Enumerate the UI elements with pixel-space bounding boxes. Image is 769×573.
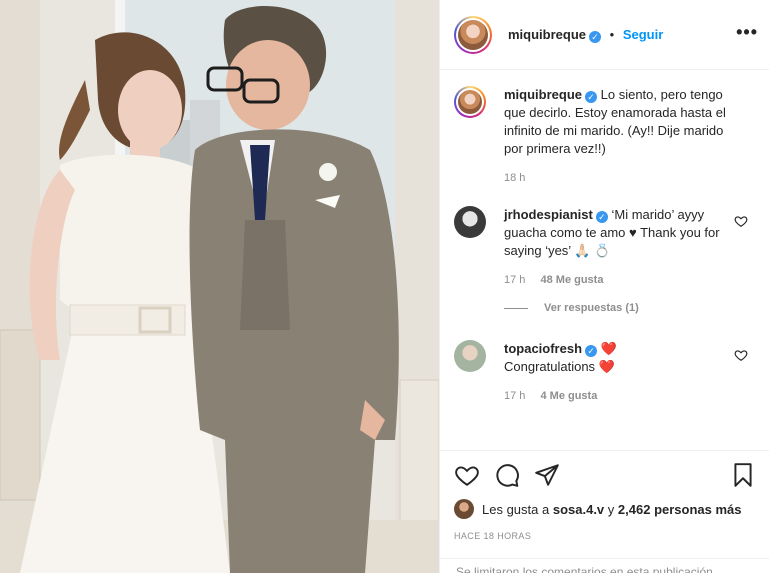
caption-username[interactable]: miquibreque <box>504 87 582 102</box>
comment-username[interactable]: jrhodespianist <box>504 207 593 222</box>
like-comment-heart-icon[interactable] <box>734 214 748 228</box>
comment-avatar[interactable] <box>454 206 486 238</box>
post-header: miquibreque ✓ • Seguir ••• <box>440 0 769 70</box>
comment-bubble-icon[interactable] <box>494 462 520 488</box>
comment-time: 17 h <box>504 274 526 286</box>
wedding-photo-image <box>0 0 439 573</box>
view-replies-button[interactable]: Ver respuestas (1) <box>504 302 756 314</box>
caption-avatar[interactable] <box>454 86 486 118</box>
verified-icon: ✓ <box>585 345 598 357</box>
like-heart-icon[interactable] <box>454 462 480 488</box>
comment-item: jrhodespianist ✓ ‘Mi marido’ ayyy guacha … <box>454 206 756 286</box>
comment-text: Congratulations ❤️ <box>504 359 615 374</box>
liker-username[interactable]: sosa.4.v <box>553 502 604 517</box>
verified-icon: ✓ <box>589 30 602 43</box>
follow-button[interactable]: Seguir <box>623 27 663 42</box>
post-modal: miquibreque ✓ • Seguir ••• miquibreque ✓ L… <box>0 0 769 573</box>
share-paper-plane-icon[interactable] <box>534 462 560 488</box>
post-timestamp: HACE 18 HORAS <box>454 531 532 541</box>
comment-username[interactable]: topaciofresh <box>504 341 582 356</box>
comment-text-block: jrhodespianist ✓ ‘Mi marido’ ayyy guacha … <box>504 206 734 260</box>
likes-prefix: Les gusta a <box>482 501 550 517</box>
action-icons <box>454 461 756 489</box>
likes-middle: y <box>607 501 615 517</box>
like-comment-heart-icon[interactable] <box>734 348 748 362</box>
likes-summary: Les gusta a sosa.4.v y 2,462 personas má… <box>454 499 756 519</box>
comment-meta: 17 h 48 Me gusta <box>504 274 734 286</box>
caption-time: 18 h <box>504 172 526 184</box>
comment-meta: 17 h 4 Me gusta <box>504 390 734 402</box>
post-actions: Les gusta a sosa.4.v y 2,462 personas má… <box>440 450 769 541</box>
author-username[interactable]: miquibreque <box>508 27 586 42</box>
verified-icon: ✓ <box>595 211 608 223</box>
caption-text-block: miquibreque ✓ Lo siento, pero tengo que d… <box>504 86 734 158</box>
comment-item: topaciofresh ✓ ❤️ Congratulations ❤️ 17 h… <box>454 340 756 402</box>
comments-limited-notice: Se limitaron los comentarios en esta pub… <box>440 558 769 573</box>
save-bookmark-icon[interactable] <box>730 462 756 488</box>
view-replies-label: Ver respuestas (1) <box>544 302 639 314</box>
post-side-panel: miquibreque ✓ • Seguir ••• miquibreque ✓ L… <box>439 0 769 573</box>
comments-list[interactable]: miquibreque ✓ Lo siento, pero tengo que d… <box>440 70 769 450</box>
comment-text-block: topaciofresh ✓ ❤️ Congratulations ❤️ <box>504 340 734 376</box>
author-info: miquibreque ✓ • Seguir <box>508 27 663 43</box>
likes-count[interactable]: 2,462 personas más <box>618 502 742 517</box>
author-avatar[interactable] <box>454 15 492 54</box>
liker-avatar[interactable] <box>454 499 474 519</box>
comment-emoji: ❤️ <box>600 341 617 356</box>
comment-time: 17 h <box>504 390 526 402</box>
post-photo[interactable] <box>0 0 439 573</box>
more-options-icon[interactable]: ••• <box>736 22 758 43</box>
separator-dot: • <box>609 26 615 42</box>
replies-divider <box>504 307 528 309</box>
caption: miquibreque ✓ Lo siento, pero tengo que d… <box>454 86 756 184</box>
verified-icon: ✓ <box>585 91 598 103</box>
comment-likes[interactable]: 48 Me gusta <box>540 274 603 286</box>
comment-likes[interactable]: 4 Me gusta <box>540 390 597 402</box>
comment-avatar[interactable] <box>454 340 486 372</box>
